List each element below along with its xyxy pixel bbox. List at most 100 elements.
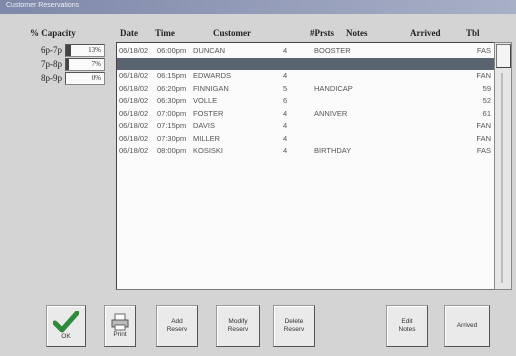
cell-customer: VOLLE — [193, 96, 218, 105]
cell-tbl: 52 — [482, 96, 491, 105]
cell-time: 07:00pm — [157, 108, 187, 118]
cell-date: 06/18/02 — [119, 108, 149, 118]
cell-persons: 4 — [283, 146, 288, 155]
cell-customer: FOSTER — [193, 108, 224, 118]
window-title: Customer Reservations — [6, 2, 80, 9]
cell-date: 06/18/02 — [119, 58, 149, 68]
arrived-label: Arrived — [456, 322, 478, 329]
scrollbar-track — [501, 73, 503, 283]
cell-tbl: FAN — [476, 71, 491, 80]
cell-persons: 4 — [283, 133, 288, 143]
checkmark-icon — [53, 311, 79, 333]
cell-time: 06:30pm — [157, 96, 187, 105]
capacity-fill — [66, 59, 69, 70]
table-row[interactable]: 06/18/02 07:15pm DAVIS 4 FAN — [117, 120, 495, 132]
header-date[interactable]: Date — [120, 28, 138, 38]
cell-date: 06/18/02 — [119, 96, 149, 105]
printer-icon — [111, 313, 129, 331]
cell-customer: JOHNSON — [193, 58, 230, 68]
table-row[interactable]: 06/18/02 06:15pm EDWARDS 4 FAN — [117, 70, 495, 82]
cell-tbl: FAS — [476, 146, 491, 155]
cell-customer: MILLER — [193, 133, 221, 143]
table-row[interactable]: 06/18/02 06:20pm FINNIGAN 5 HANDICAP 59 — [117, 83, 495, 95]
cell-time: 07:15pm — [157, 121, 187, 130]
add-reservation-button[interactable]: Add Reserv — [156, 305, 198, 347]
cell-tbl: FAN — [476, 133, 491, 143]
capacity-fill — [66, 45, 71, 56]
cell-time: 06:20pm — [157, 83, 187, 93]
cell-customer: DAVIS — [193, 121, 215, 130]
cell-persons: 4 — [283, 46, 288, 55]
cell-time: 06:10pm — [157, 58, 187, 68]
cell-date: 06/18/02 — [119, 71, 149, 80]
capacity-bar: 13% — [65, 44, 105, 57]
cell-persons: 4 — [283, 108, 288, 118]
cell-time: 06:00pm — [157, 46, 187, 55]
cell-tbl: FAN — [476, 121, 491, 130]
header-table[interactable]: Tbl — [466, 28, 480, 38]
cell-persons: 2 — [283, 58, 288, 68]
cell-customer: KOSISKI — [193, 146, 224, 155]
cell-persons: 4 — [283, 121, 288, 130]
capacity-label: 6p-7p — [41, 45, 62, 55]
cell-date: 06/18/02 — [119, 133, 149, 143]
cell-notes: BOOSTER — [314, 46, 351, 55]
print-label: Print — [113, 331, 127, 338]
delete-reservation-button[interactable]: Delete Reserv — [273, 305, 315, 347]
cell-date: 06/18/02 — [119, 121, 149, 130]
cell-customer: FINNIGAN — [193, 83, 229, 93]
cell-customer: EDWARDS — [193, 71, 232, 80]
cell-time: 07:30pm — [157, 133, 187, 143]
table-row[interactable]: 06/18/02 06:00pm DUNCAN 4 BOOSTER FAS — [117, 45, 495, 57]
edit-notes-button[interactable]: Edit Notes — [386, 305, 428, 347]
cell-tbl: 61 — [482, 108, 491, 118]
ok-button[interactable]: OK — [46, 305, 86, 347]
capacity-title: % Capacity — [30, 28, 76, 38]
cell-tbl: 59 — [482, 83, 491, 93]
cell-tbl: FAS — [476, 46, 491, 55]
header-persons[interactable]: #Prsts — [310, 28, 334, 38]
cell-persons: 6 — [283, 96, 288, 105]
modify-reservation-button[interactable]: Modify Reserv — [216, 305, 260, 347]
capacity-label: 7p-8p — [41, 59, 62, 69]
modify-reservation-label: Modify Reserv — [227, 318, 249, 333]
capacity-label: 8p-9p — [41, 73, 62, 83]
reservations-window: Customer Reservations % Capacity 6p-7p 13… — [0, 0, 516, 356]
print-button[interactable]: Print — [104, 305, 136, 347]
header-customer[interactable]: Customer — [213, 28, 251, 38]
header-time[interactable]: Time — [155, 28, 175, 38]
delete-reservation-label: Delete Reserv — [283, 318, 305, 333]
scrollbar[interactable] — [494, 42, 512, 290]
cell-persons: 4 — [283, 71, 288, 80]
table-row[interactable]: 06/18/02 07:00pm FOSTER 4 ANNIVER 61 — [117, 108, 495, 120]
arrived-button[interactable]: Arrived — [444, 305, 490, 347]
capacity-value: 13% — [88, 46, 101, 54]
edit-notes-label: Edit Notes — [398, 318, 416, 333]
cell-time: 06:15pm — [157, 71, 187, 80]
capacity-bar: 7% — [65, 58, 105, 71]
cell-persons: 5 — [283, 83, 288, 93]
reservations-list[interactable]: 06/18/02 06:00pm DUNCAN 4 BOOSTER FAS 06/18/02… — [116, 42, 496, 290]
ok-label: OK — [61, 333, 71, 340]
table-row[interactable]: 06/18/02 06:10pm JOHNSON 2 FAN — [117, 57, 495, 70]
title-bar: Customer Reservations — [0, 0, 516, 14]
capacity-value: 7% — [91, 60, 101, 68]
capacity-bar: 0% — [65, 72, 105, 85]
cell-date: 06/18/02 — [119, 46, 149, 55]
scrollbar-thumb[interactable] — [496, 44, 511, 68]
table-row[interactable]: 06/18/02 06:30pm VOLLE 6 52 — [117, 95, 495, 107]
cell-notes: ANNIVER — [314, 108, 348, 118]
cell-date: 06/18/02 — [119, 146, 149, 155]
capacity-value: 0% — [91, 74, 101, 82]
cell-notes: HANDICAP — [314, 83, 353, 93]
cell-date: 06/18/02 — [119, 83, 149, 93]
header-notes[interactable]: Notes — [346, 28, 368, 38]
table-row[interactable]: 06/18/02 08:00pm KOSISKI 4 BIRTHDAY FAS — [117, 145, 495, 157]
cell-notes: BIRTHDAY — [314, 146, 352, 155]
header-arrived[interactable]: Arrived — [410, 28, 441, 38]
add-reservation-label: Add Reserv — [166, 318, 188, 333]
cell-tbl: FAN — [476, 58, 491, 68]
table-row[interactable]: 06/18/02 07:30pm MILLER 4 FAN — [117, 133, 495, 145]
cell-customer: DUNCAN — [193, 46, 226, 55]
cell-time: 08:00pm — [157, 146, 187, 155]
